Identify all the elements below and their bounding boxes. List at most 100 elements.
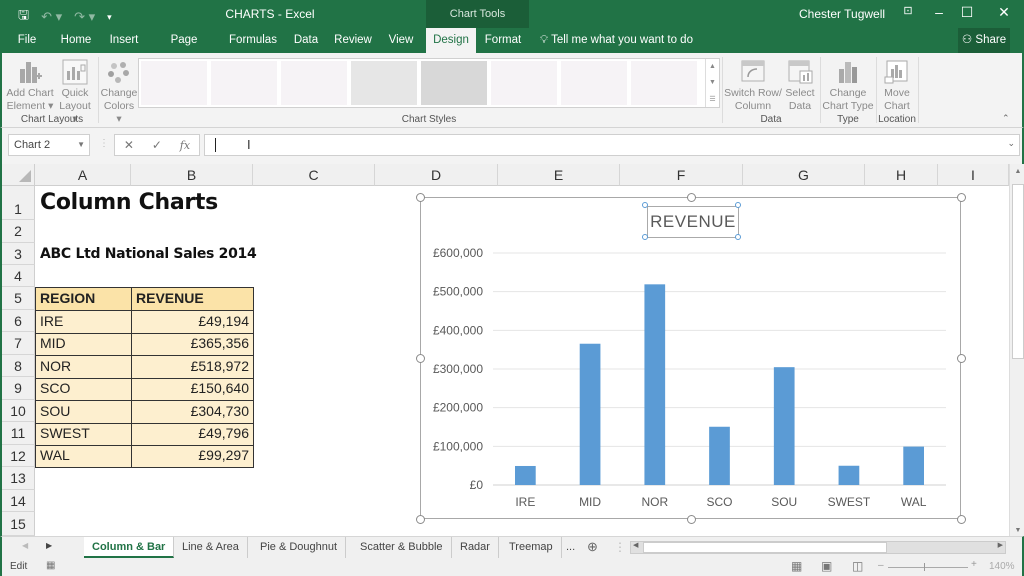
row-header[interactable]: 9 xyxy=(2,377,35,400)
minimize-icon[interactable]: – xyxy=(924,4,954,20)
tab-file[interactable]: File xyxy=(8,28,46,53)
bar-wal[interactable] xyxy=(903,446,924,485)
select-data-button[interactable]: Select Data xyxy=(783,57,817,113)
table-header-region[interactable]: REGION xyxy=(36,288,132,311)
row-header[interactable]: 15 xyxy=(2,512,35,536)
name-box-dropdown-icon[interactable]: ▼ xyxy=(77,135,85,155)
page-layout-view-icon[interactable]: ▣ xyxy=(821,559,832,573)
table-cell-revenue[interactable]: £150,640 xyxy=(132,378,253,402)
prev-sheet-icon[interactable]: ◀ xyxy=(22,541,28,550)
row-header[interactable]: 10 xyxy=(2,400,35,422)
row-header[interactable]: 2 xyxy=(2,220,35,243)
table-cell-region[interactable]: WAL xyxy=(36,445,132,469)
row-header[interactable]: 14 xyxy=(2,490,35,512)
tell-me-search[interactable]: 💡︎ Tell me what you want to do xyxy=(540,28,693,53)
sheet-tab[interactable]: Radar xyxy=(452,537,499,558)
table-cell-revenue[interactable]: £304,730 xyxy=(132,401,253,424)
move-chart-button[interactable]: Move Chart xyxy=(878,57,916,113)
table-cell-region[interactable]: NOR xyxy=(36,355,132,379)
vertical-scroll-thumb[interactable] xyxy=(1012,184,1024,359)
zoom-slider[interactable] xyxy=(888,567,968,568)
bar-sou[interactable] xyxy=(773,367,795,485)
table-cell-revenue[interactable]: £49,194 xyxy=(132,311,253,334)
ribbon-display-options-icon[interactable]: ⊡ xyxy=(893,4,923,17)
table-header-revenue[interactable]: REVENUE xyxy=(132,288,253,311)
resize-handle-sw[interactable] xyxy=(416,515,425,524)
row-header[interactable]: 1 xyxy=(2,186,35,220)
tab-formulas[interactable]: Formulas xyxy=(226,28,280,53)
scroll-up-icon[interactable]: ▲ xyxy=(1010,168,1024,175)
expand-formula-bar-icon[interactable]: ⌄ xyxy=(1007,138,1015,149)
enter-icon[interactable]: ✓ xyxy=(152,138,162,152)
resize-handle-ne[interactable] xyxy=(957,193,966,202)
chart-object[interactable]: £0 £100,000 £200,000 £300,000 £400,000 £500,0… xyxy=(420,197,961,519)
switch-row-column-button[interactable]: Switch Row/ Column xyxy=(724,57,782,113)
tab-data[interactable]: Data xyxy=(288,28,324,53)
resize-handle-se[interactable] xyxy=(957,515,966,524)
page-break-view-icon[interactable]: ◫ xyxy=(852,559,863,573)
horizontal-scrollbar[interactable]: ◀ ▶ xyxy=(630,541,1006,554)
row-header[interactable]: 3 xyxy=(2,243,35,265)
sheet-tab[interactable]: Treemap xyxy=(501,537,562,558)
column-header-c[interactable]: C xyxy=(253,164,375,186)
table-cell-region[interactable]: IRE xyxy=(36,311,132,334)
change-chart-type-button[interactable]: Change Chart Type xyxy=(822,57,874,113)
formula-bar-grip[interactable]: ⋮ xyxy=(99,138,109,149)
chart-style-8[interactable] xyxy=(631,61,697,105)
column-header-a[interactable]: A xyxy=(35,164,131,186)
tab-home[interactable]: Home xyxy=(54,28,98,53)
table-cell-region[interactable]: SCO xyxy=(36,378,132,402)
resize-handle-nw[interactable] xyxy=(416,193,425,202)
row-header[interactable]: 5 xyxy=(2,287,35,310)
next-sheet-icon[interactable]: ▶ xyxy=(46,541,52,550)
column-header-e[interactable]: E xyxy=(498,164,620,186)
chart-style-2[interactable] xyxy=(211,61,277,105)
sheet-title[interactable]: Column Charts xyxy=(36,190,222,215)
row-header[interactable]: 12 xyxy=(2,445,35,467)
sheet-subtitle[interactable]: ABC Ltd National Sales 2014 xyxy=(36,246,260,262)
vertical-scrollbar[interactable]: ▲ ▼ xyxy=(1009,164,1024,536)
cancel-icon[interactable]: ✕ xyxy=(124,138,134,152)
table-cell-revenue[interactable]: £49,796 xyxy=(132,423,253,446)
tab-view[interactable]: View xyxy=(382,28,420,53)
tab-insert[interactable]: Insert xyxy=(104,28,144,53)
zoom-out-icon[interactable]: – xyxy=(878,560,884,571)
close-icon[interactable]: ✕ xyxy=(989,4,1019,21)
share-button[interactable]: ⚇ Share xyxy=(958,28,1010,53)
chart-style-5[interactable] xyxy=(421,61,487,105)
name-box[interactable]: Chart 2 ▼ xyxy=(8,134,90,156)
chart-style-3[interactable] xyxy=(281,61,347,105)
change-colors-button[interactable]: Change Colors ▾ xyxy=(100,57,138,126)
table-cell-revenue[interactable]: £99,297 xyxy=(132,445,253,469)
bar-sco[interactable] xyxy=(709,426,730,485)
tab-design[interactable]: Design xyxy=(426,28,476,53)
row-header[interactable]: 6 xyxy=(2,310,35,332)
normal-view-icon[interactable]: ▦ xyxy=(791,559,802,573)
resize-handle-e[interactable] xyxy=(957,354,966,363)
resize-handle-n[interactable] xyxy=(687,193,696,202)
column-header-d[interactable]: D xyxy=(375,164,498,186)
bar-nor[interactable] xyxy=(644,284,666,485)
new-sheet-icon[interactable]: ⊕ xyxy=(587,539,598,555)
table-cell-revenue[interactable]: £518,972 xyxy=(132,356,253,379)
zoom-slider-thumb[interactable] xyxy=(924,563,925,571)
tab-page-layout[interactable]: Page Layout xyxy=(152,28,216,71)
table-cell-region[interactable]: MID xyxy=(36,333,132,357)
gallery-down-icon[interactable]: ▼ xyxy=(709,79,716,86)
table-cell-revenue[interactable]: £365,356 xyxy=(132,333,253,357)
row-header[interactable]: 4 xyxy=(2,265,35,287)
chart-style-6[interactable] xyxy=(491,61,557,105)
collapse-ribbon-icon[interactable]: ⌃ xyxy=(1002,113,1010,124)
horizontal-scroll-thumb[interactable] xyxy=(643,542,887,553)
title-handle[interactable] xyxy=(735,234,741,240)
column-header-h[interactable]: H xyxy=(865,164,938,186)
table-cell-region[interactable]: SOU xyxy=(36,400,132,424)
gallery-scroll[interactable]: ▲ ▼ ☰ xyxy=(705,59,719,107)
insert-function-icon[interactable]: fx xyxy=(180,139,190,152)
sheet-tab[interactable]: Pie & Doughnut xyxy=(252,537,347,558)
row-header[interactable]: 8 xyxy=(2,355,35,377)
column-header-i[interactable]: I xyxy=(938,164,1009,186)
chart-style-4[interactable] xyxy=(351,61,417,105)
tab-review[interactable]: Review xyxy=(332,28,374,53)
formula-input[interactable]: I ⌄ xyxy=(204,134,1020,156)
